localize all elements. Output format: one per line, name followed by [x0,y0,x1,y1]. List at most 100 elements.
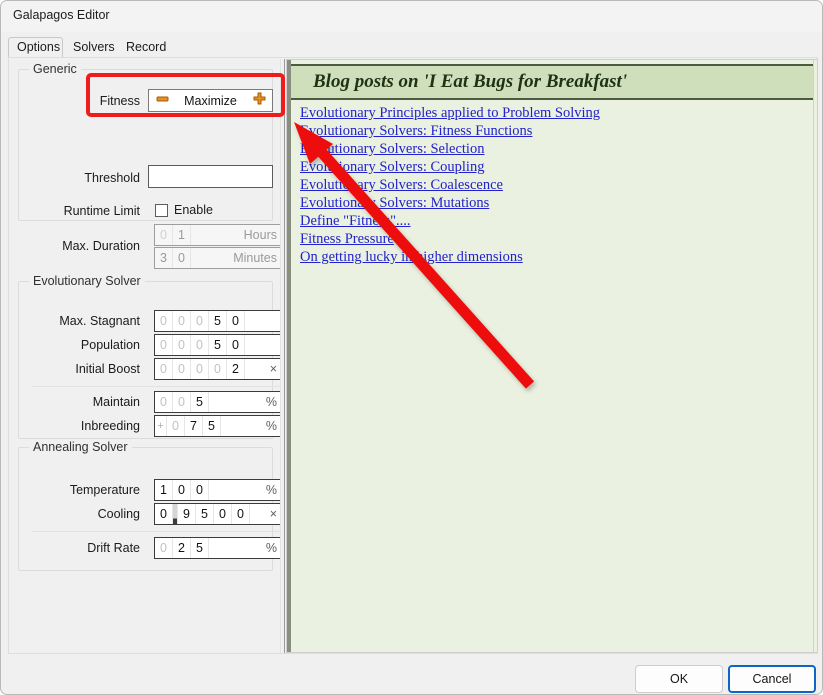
max-duration-label: Max. Duration [62,239,140,253]
blog-link-evolutionary-principles[interactable]: Evolutionary Principles applied to Probl… [300,106,800,124]
digit-cell[interactable]: 0 [227,311,245,331]
initial-boost-label: Initial Boost [75,362,140,376]
digit-cell[interactable]: 2 [173,538,191,558]
digit-cell[interactable]: 9 [178,504,196,524]
digit-cell[interactable]: 0 [173,480,191,500]
evolutionary-divider [32,386,282,387]
evolutionary-solver-group-title: Evolutionary Solver [29,274,145,288]
num-spacer [209,538,266,558]
cooling-field[interactable]: 0 9 5 0 0 × [154,503,284,525]
population-label: Population [80,338,140,352]
digit-cell[interactable]: 0 [155,359,173,379]
initial-boost-field[interactable]: 0 0 0 0 2 × [154,358,284,380]
blog-link-coupling[interactable]: Evolutionary Solvers: Coupling [300,160,800,178]
max-stagnant-label: Max. Stagnant [59,314,140,328]
digit-cell[interactable]: 0 [155,504,173,524]
fitness-label: Fitness [99,94,140,108]
generic-group-title: Generic [29,62,81,76]
digit-cell[interactable]: 0 [191,480,209,500]
drift-rate-label: Drift Rate [87,541,140,555]
window-title: Galapagos Editor [13,8,110,22]
blog-header: Blog posts on 'I Eat Bugs for Breakfast' [291,64,815,100]
client-area: Generic Fitness Maximize Threshold Runti… [8,57,818,654]
threshold-label: Threshold [84,171,140,185]
digit-cell[interactable]: 0 [155,311,173,331]
maintain-label: Maintain [92,395,140,409]
annealing-solver-group-title: Annealing Solver [29,440,132,454]
digit-cell[interactable]: 1 [155,480,173,500]
tab-record[interactable]: Record [117,37,169,58]
sign-cell[interactable]: + [155,416,167,436]
max-duration-hours-field[interactable]: 0 1 Hours [154,224,284,246]
num-spacer [191,248,233,268]
blog-link-selection[interactable]: Evolutionary Solvers: Selection [300,142,800,160]
digit-cell[interactable]: 5 [209,335,227,355]
digit-cell[interactable]: 0 [173,335,191,355]
inbreeding-field[interactable]: + 0 7 5 % [154,415,284,437]
digit-cell[interactable]: 0 [155,335,173,355]
blog-link-fitness-functions[interactable]: Evolutionary Solvers: Fitness Functions [300,124,800,142]
digit-cell[interactable]: 0 [227,335,245,355]
digit-cell[interactable]: 0 [167,416,185,436]
digit-cell[interactable]: 7 [185,416,203,436]
runtime-limit-checkbox-label[interactable]: Enable [174,203,213,217]
population-field[interactable]: 0 0 0 5 0 [154,334,284,356]
max-duration-minutes-field[interactable]: 3 0 Minutes [154,247,284,269]
num-spacer [209,480,266,500]
digit-cell[interactable]: 0 [214,504,232,524]
num-spacer [191,225,244,245]
ok-button[interactable]: OK [635,665,723,693]
blog-link-fitness-pressure[interactable]: Fitness Pressure [300,232,800,250]
maintain-field[interactable]: 0 0 5 % [154,391,284,413]
digit-cell[interactable]: 0 [155,225,173,245]
unit-label: Hours [243,228,277,242]
blog-link-define-fitness[interactable]: Define "Fitness".... [300,214,800,232]
num-spacer [245,359,270,379]
blog-left-edge [287,60,291,652]
max-stagnant-field[interactable]: 0 0 0 5 0 [154,310,284,332]
num-spacer [221,416,266,436]
digit-cell[interactable]: 5 [191,392,209,412]
digit-cell[interactable]: 0 [155,392,173,412]
unit-label: Minutes [233,251,277,265]
blog-link-mutations[interactable]: Evolutionary Solvers: Mutations [300,196,800,214]
digit-cell[interactable]: 0 [173,248,191,268]
fitness-spinner[interactable]: Maximize [148,89,273,112]
num-spacer [209,392,266,412]
digit-cell[interactable]: 5 [191,538,209,558]
blog-link-getting-lucky[interactable]: On getting lucky in higher dimensions [300,250,800,268]
runtime-limit-checkbox[interactable] [155,204,168,217]
digit-cell[interactable]: 0 [173,311,191,331]
drift-rate-field[interactable]: 0 2 5 % [154,537,284,559]
digit-cell[interactable]: 0 [173,359,191,379]
digit-cell[interactable]: 0 [191,311,209,331]
digit-cell[interactable]: 0 [191,335,209,355]
inbreeding-label: Inbreeding [80,419,140,433]
digit-cell[interactable]: 0 [232,504,250,524]
digit-cell[interactable]: 5 [209,311,227,331]
runtime-limit-label: Runtime Limit [63,204,140,218]
digit-cell[interactable]: 0 [173,392,191,412]
blog-header-title: Blog posts on 'I Eat Bugs for Breakfast' [313,71,628,92]
temperature-field[interactable]: 1 0 0 % [154,479,284,501]
digit-cell[interactable]: 1 [173,225,191,245]
threshold-input[interactable] [148,165,273,188]
digit-cell[interactable]: 5 [203,416,221,436]
tab-strip: Options Solvers Record [8,37,818,58]
pane-splitter[interactable] [280,59,285,653]
tab-solvers[interactable]: Solvers [64,37,116,58]
cooling-label: Cooling [97,507,140,521]
digit-cell[interactable]: 2 [227,359,245,379]
digit-cell[interactable]: 0 [191,359,209,379]
digit-cell[interactable]: 5 [196,504,214,524]
minus-icon[interactable] [149,92,175,110]
tab-options[interactable]: Options [8,37,63,58]
digit-cell[interactable]: 3 [155,248,173,268]
blog-link-coalescence[interactable]: Evolutionary Solvers: Coalescence [300,178,800,196]
digit-cell[interactable]: 0 [209,359,227,379]
cancel-button[interactable]: Cancel [728,665,816,693]
blog-scrollbar[interactable] [813,60,817,652]
galapagos-editor-window: Galapagos Editor Options Solvers Record … [0,0,823,695]
plus-icon[interactable] [246,92,272,110]
digit-cell[interactable]: 0 [155,538,173,558]
